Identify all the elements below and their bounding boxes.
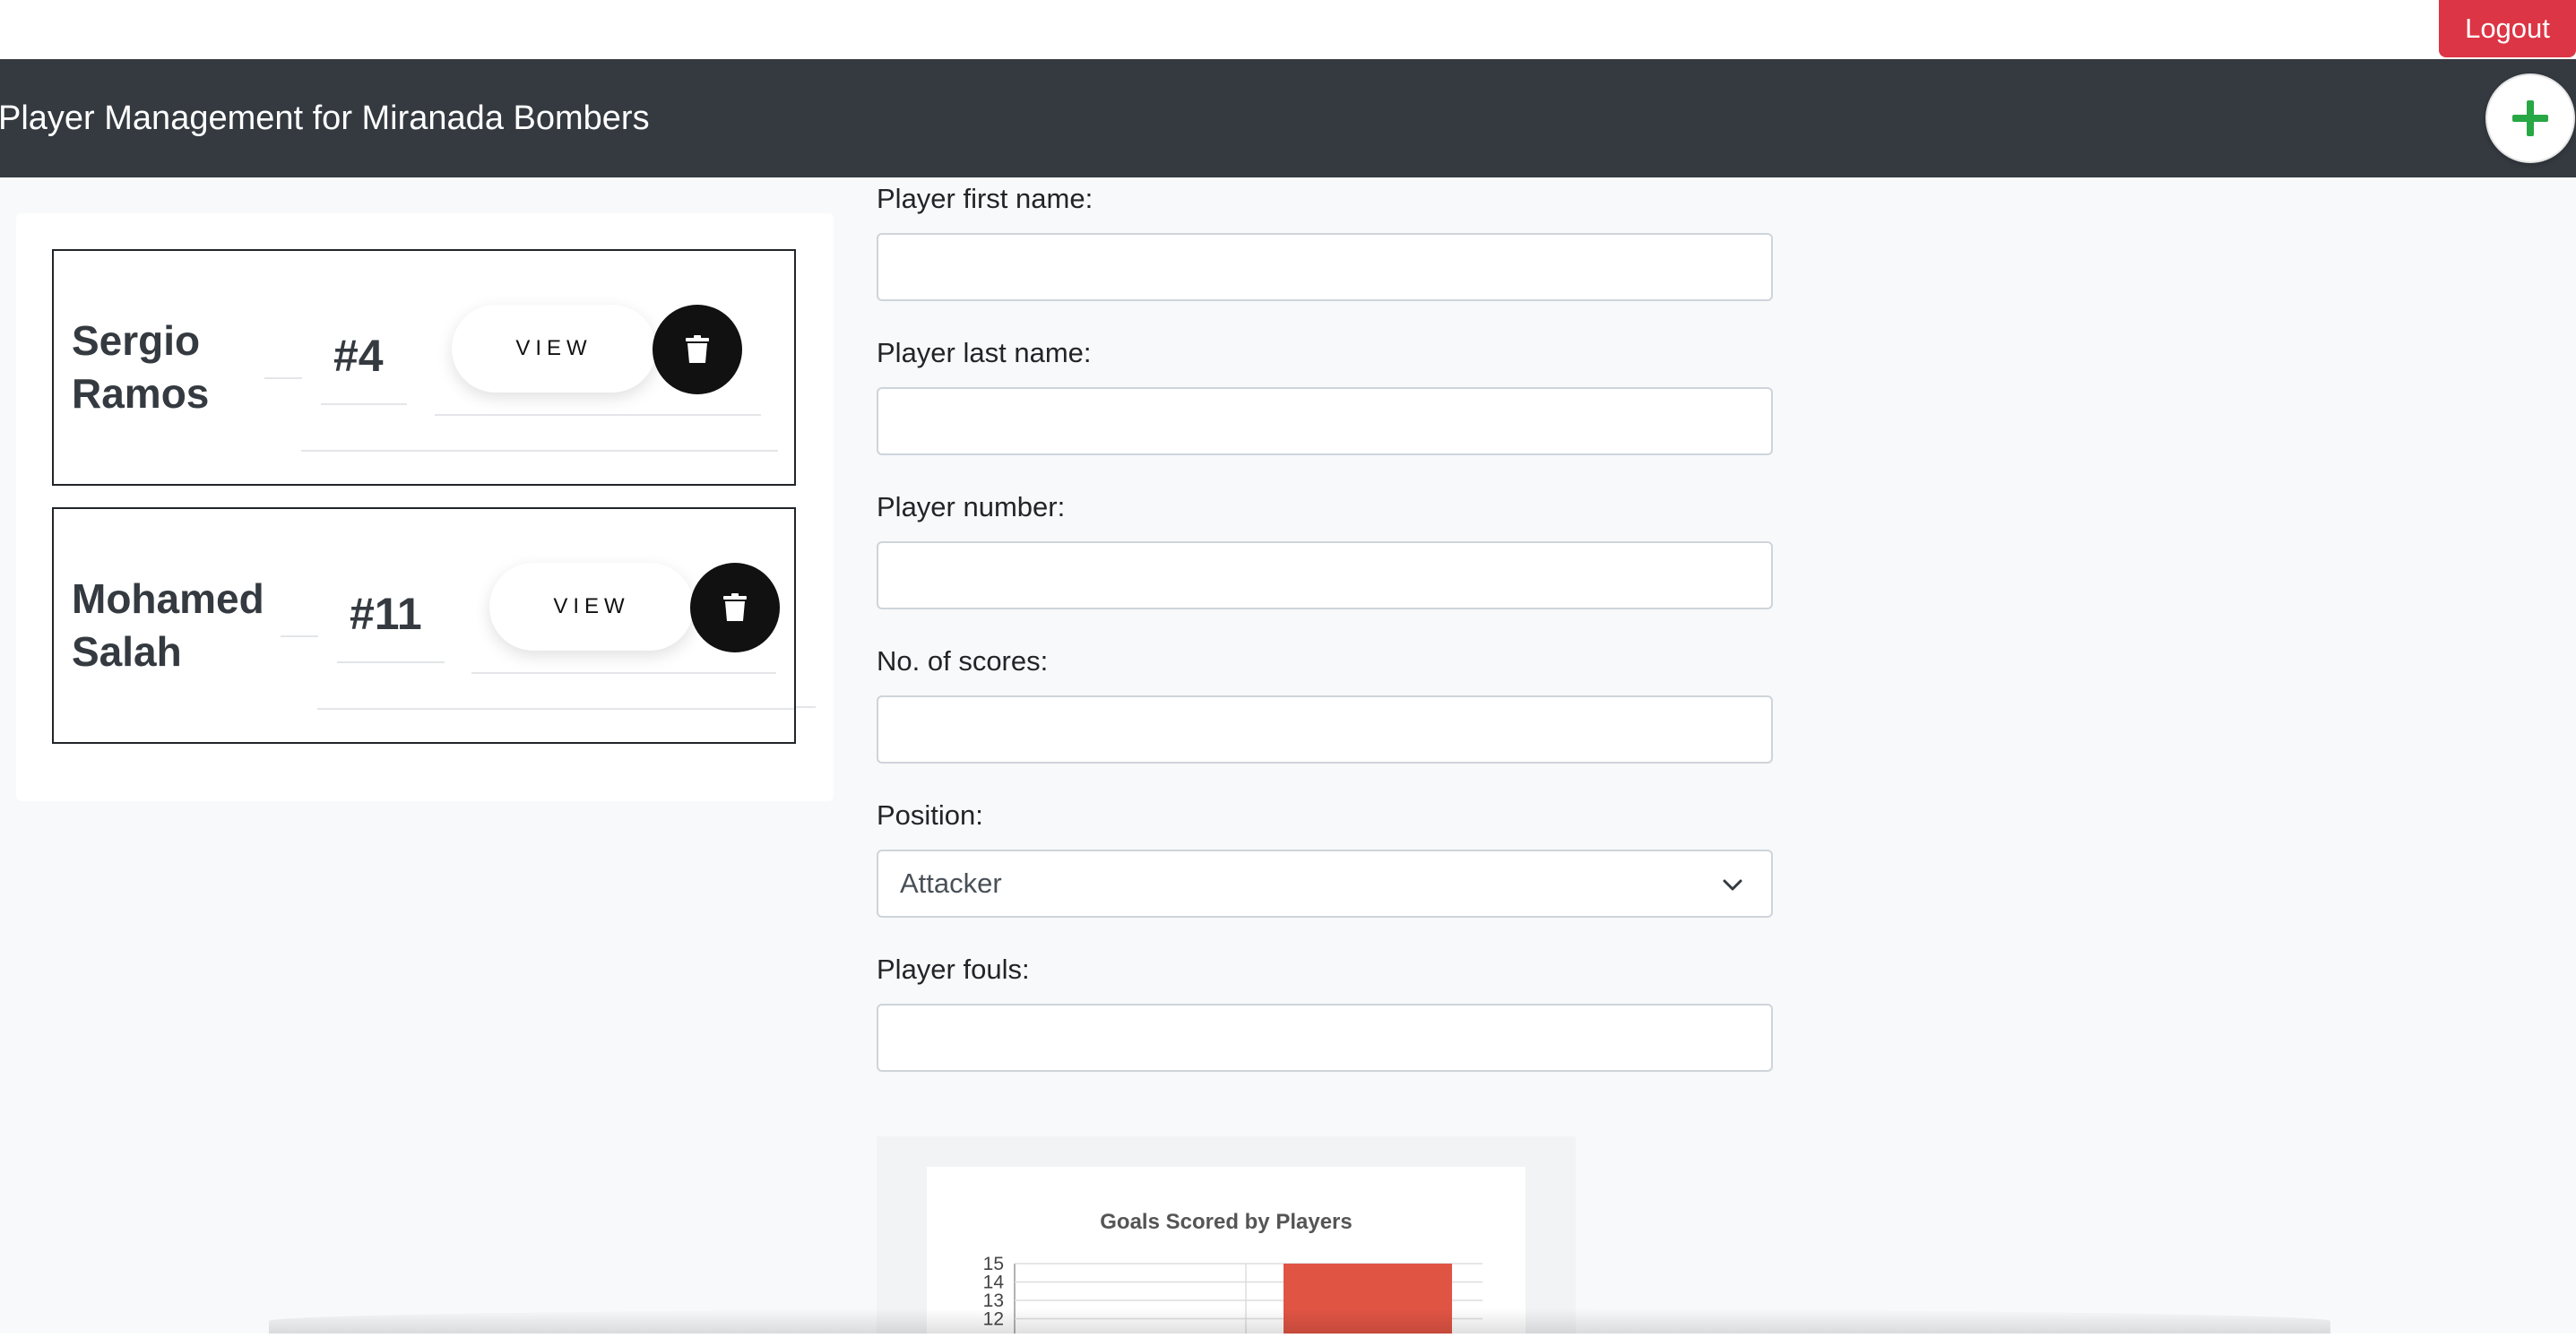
- player-last-name: Ramos: [72, 370, 210, 417]
- logout-button[interactable]: Logout: [2439, 0, 2576, 57]
- divider: [435, 414, 761, 416]
- view-player-button[interactable]: VIEW: [452, 305, 656, 393]
- position-selected-value: Attacker: [900, 868, 1002, 899]
- scores-label: No. of scores:: [877, 645, 1049, 677]
- divider: [471, 672, 776, 674]
- player-card: Mohamed Salah #11 VIEW: [52, 507, 796, 744]
- divider: [337, 661, 445, 663]
- player-number-label: Player number:: [877, 491, 1066, 522]
- chart-title: Goals Scored by Players: [1100, 1210, 1352, 1234]
- player-first-name: Sergio: [72, 317, 201, 364]
- chart-bar: [1284, 1264, 1452, 1334]
- first-name-label: Player first name:: [877, 183, 1094, 214]
- app-header: Player Management for Miranada Bombers: [0, 59, 2576, 177]
- fouls-input[interactable]: [877, 1004, 1773, 1072]
- divider: [281, 635, 318, 637]
- divider: [317, 708, 794, 710]
- page-title: Player Management for Miranada Bombers: [0, 99, 650, 137]
- player-card: Sergio Ramos #4 VIEW: [52, 249, 796, 486]
- fouls-label: Player fouls:: [877, 954, 1030, 985]
- last-name-label: Player last name:: [877, 337, 1092, 368]
- trash-icon: [723, 593, 747, 621]
- chevron-down-icon: [1723, 879, 1742, 891]
- divider: [264, 377, 302, 379]
- player-last-name: Salah: [72, 628, 182, 675]
- plus-icon: [2512, 100, 2548, 136]
- chart-panel: Goals Scored by Players 15 14 13 12: [927, 1167, 1526, 1334]
- position-label: Position:: [877, 799, 983, 831]
- player-number: #11: [350, 589, 422, 639]
- player-first-name: Mohamed: [72, 575, 264, 622]
- trash-icon: [686, 335, 709, 363]
- delete-player-button[interactable]: [690, 563, 780, 652]
- y-tick-label: 12: [983, 1309, 1004, 1330]
- last-name-input[interactable]: [877, 387, 1773, 455]
- top-bar: Logout: [0, 0, 2576, 59]
- delete-player-button[interactable]: [653, 305, 742, 394]
- divider: [796, 706, 816, 708]
- view-player-button[interactable]: VIEW: [489, 563, 694, 651]
- divider: [321, 403, 407, 405]
- scores-input[interactable]: [877, 695, 1773, 764]
- first-name-input[interactable]: [877, 233, 1773, 301]
- player-number-input[interactable]: [877, 541, 1773, 609]
- player-number: #4: [333, 331, 384, 381]
- divider: [301, 450, 778, 452]
- position-select[interactable]: Attacker: [877, 850, 1773, 918]
- add-player-button[interactable]: [2485, 73, 2575, 163]
- goals-chart: Goals Scored by Players 15141312: [983, 1210, 1482, 1334]
